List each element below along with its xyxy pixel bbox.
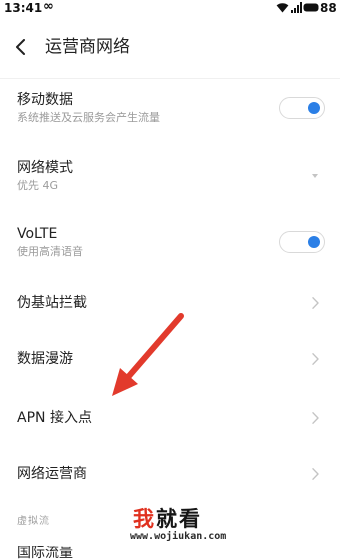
chevron-right-shape xyxy=(312,297,319,309)
status-time: 13:41 xyxy=(4,1,43,15)
status-bar: 13:41 ∞ 88 xyxy=(0,0,340,16)
setting-fake-base-station[interactable]: 伪基站拦截 xyxy=(0,283,340,323)
chevron-right-icon[interactable] xyxy=(305,468,325,480)
volte-toggle[interactable] xyxy=(279,231,325,253)
toggle-knob xyxy=(308,102,320,114)
setting-text: 伪基站拦截 xyxy=(17,294,305,312)
setting-label: APN 接入点 xyxy=(17,410,92,426)
setting-text: 网络运营商 xyxy=(17,465,305,483)
setting-label: 数据漫游 xyxy=(17,351,73,367)
setting-sublabel: 优先 4G xyxy=(17,179,59,192)
toggle-knob xyxy=(308,236,320,248)
chevron-right-shape xyxy=(312,468,319,480)
signal-icon xyxy=(291,2,302,13)
list-item-partial[interactable]: 国际流量 xyxy=(0,546,340,560)
chevron-right-icon[interactable] xyxy=(305,297,325,309)
setting-mobile-data[interactable]: 移动数据 系统推送及云服务会产生流量 xyxy=(0,84,340,132)
signal-bar xyxy=(294,8,296,13)
dropdown-arrow-icon[interactable] xyxy=(305,170,325,182)
setting-label: VoLTE xyxy=(17,226,58,242)
setting-label: 国际流量 xyxy=(17,546,73,560)
setting-apn[interactable]: APN 接入点 xyxy=(0,398,340,438)
dropdown-arrow-shape xyxy=(312,174,318,178)
status-link-glyph: ∞ xyxy=(43,0,54,14)
watermark-url: www.wojiukan.com xyxy=(130,531,227,542)
signal-bar xyxy=(291,10,293,13)
chevron-right-shape xyxy=(312,353,319,365)
setting-text: 网络模式 优先 4G xyxy=(17,159,305,193)
setting-text: VoLTE 使用高清语音 xyxy=(17,225,279,259)
chevron-right-icon[interactable] xyxy=(305,353,325,365)
battery-level: 88 xyxy=(320,1,337,15)
setting-sublabel: 系统推送及云服务会产生流量 xyxy=(17,111,160,124)
watermark-brand-red: 我 xyxy=(133,507,156,531)
setting-volte[interactable]: VoLTE 使用高清语音 xyxy=(0,218,340,266)
setting-data-roaming[interactable]: 数据漫游 xyxy=(0,339,340,379)
signal-bar xyxy=(300,2,302,13)
mobile-data-toggle[interactable] xyxy=(279,97,325,119)
battery-icon xyxy=(303,3,319,12)
signal-bar xyxy=(297,5,299,13)
setting-label: 网络模式 xyxy=(17,160,73,176)
header-divider xyxy=(0,78,340,79)
watermark-brand-dark: 就看 xyxy=(156,507,202,531)
watermark-logo: 我就看 xyxy=(133,508,202,530)
chevron-right-icon[interactable] xyxy=(305,412,325,424)
chevron-left-icon[interactable] xyxy=(13,39,27,55)
setting-network-mode[interactable]: 网络模式 优先 4G xyxy=(0,152,340,200)
setting-label: 移动数据 xyxy=(17,92,73,108)
wifi-icon-shape xyxy=(276,3,289,13)
setting-sublabel: 使用高清语音 xyxy=(17,245,83,258)
setting-text: APN 接入点 xyxy=(17,409,305,427)
setting-text: 移动数据 系统推送及云服务会产生流量 xyxy=(17,91,279,125)
chevron-left-shape xyxy=(16,39,25,55)
setting-network-operator[interactable]: 网络运营商 xyxy=(0,454,340,494)
chevron-right-shape xyxy=(312,412,319,424)
header: 运营商网络 xyxy=(0,28,340,66)
setting-text: 数据漫游 xyxy=(17,350,305,368)
setting-label: 伪基站拦截 xyxy=(17,295,87,311)
page-title: 运营商网络 xyxy=(45,37,130,57)
battery-body xyxy=(303,3,319,12)
setting-label: 网络运营商 xyxy=(17,466,87,482)
wifi-icon xyxy=(276,3,289,13)
